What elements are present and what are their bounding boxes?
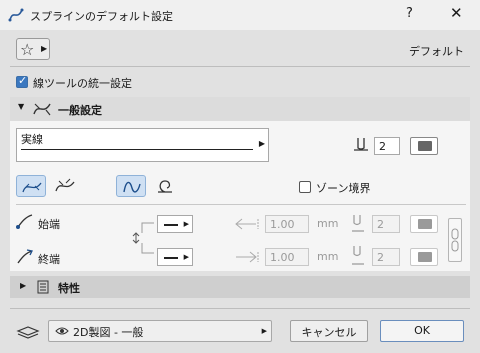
arrow-size-icon <box>236 251 259 263</box>
general-settings-header[interactable]: ▼ 一般設定 <box>10 97 470 121</box>
line-type-preview <box>21 149 253 150</box>
end-size-input[interactable]: 1.00 <box>265 248 309 266</box>
eye-icon <box>55 327 69 335</box>
end-arrow-type-dropdown[interactable]: ▶ <box>157 248 193 266</box>
start-point-icon <box>16 214 33 229</box>
smooth-curve-button[interactable] <box>116 175 146 197</box>
unify-label: 線ツールの統一設定 <box>33 77 132 90</box>
star-icon: ☆ <box>20 40 35 59</box>
end-point-icon <box>17 249 33 264</box>
divider <box>10 66 470 67</box>
start-label: 始端 <box>38 218 60 231</box>
title-bar: スプラインのデフォルト設定 ? ✕ <box>0 0 480 30</box>
spline-mode-button-2[interactable] <box>50 175 80 197</box>
layer-name: 2D製図 - 一般 <box>73 326 144 339</box>
default-label: デフォルト <box>409 45 464 58</box>
pen-icon <box>354 138 368 151</box>
end-pen-input[interactable]: 2 <box>372 248 400 266</box>
window-title: スプラインのデフォルト設定 <box>30 10 173 23</box>
end-size-unit: mm <box>317 250 339 263</box>
line-end-preview <box>164 257 178 259</box>
chevron-right-icon: ▶ <box>258 139 265 148</box>
unify-checkbox[interactable] <box>16 74 28 88</box>
layer-selector[interactable]: 2D製図 - 一般 ▶ <box>48 320 272 342</box>
zone-boundary-checkbox[interactable] <box>299 181 311 193</box>
spline-settings-icon <box>33 103 51 116</box>
properties-header[interactable]: ▶ 特性 <box>10 276 470 298</box>
layers-icon <box>16 326 40 339</box>
chevron-right-icon: ▶ <box>261 327 267 335</box>
chain-link-icon <box>451 228 459 252</box>
pen-color-fill <box>418 219 432 229</box>
start-arrow-type-dropdown[interactable]: ▶ <box>157 215 193 233</box>
pen-color-swatch[interactable] <box>410 137 438 155</box>
cancel-button[interactable]: キャンセル <box>290 320 368 342</box>
zone-boundary-label: ゾーン境界 <box>316 182 371 195</box>
start-size-unit: mm <box>317 217 339 230</box>
chevron-right-icon: ▶ <box>183 220 189 228</box>
help-button[interactable]: ? <box>406 6 413 21</box>
expand-arrow-icon: ▶ <box>20 281 27 290</box>
pen-icon <box>352 215 364 232</box>
start-size-input[interactable]: 1.00 <box>265 215 309 233</box>
chevron-right-icon: ▶ <box>183 253 189 261</box>
link-bracket-icon <box>132 222 154 254</box>
bezier-spline-icon <box>55 178 75 192</box>
end-pen-color-swatch[interactable] <box>410 248 438 266</box>
collapse-arrow-icon: ▼ <box>18 102 25 111</box>
pen-color-fill <box>418 252 432 262</box>
general-settings-title: 一般設定 <box>58 104 102 117</box>
divider <box>16 204 466 205</box>
pen-color-fill <box>418 141 432 151</box>
pen-link-toggle[interactable] <box>448 218 462 262</box>
pen-number-input[interactable]: 2 <box>374 137 400 155</box>
end-label: 終端 <box>38 253 60 266</box>
divider <box>10 308 470 309</box>
line-end-preview <box>164 224 178 226</box>
properties-title: 特性 <box>58 282 80 295</box>
ok-button[interactable]: OK <box>380 320 464 342</box>
document-icon <box>37 280 49 294</box>
arrow-size-icon <box>235 218 259 230</box>
spline-mode-button-1[interactable] <box>16 175 46 197</box>
start-pen-input[interactable]: 2 <box>372 215 400 233</box>
favorites-button[interactable]: ☆ ▶ <box>16 38 50 60</box>
pen-icon <box>352 246 364 265</box>
close-button[interactable]: ✕ <box>450 4 463 22</box>
line-type-name: 実線 <box>21 133 43 146</box>
freehand-spline-icon <box>22 182 42 193</box>
start-pen-color-swatch[interactable] <box>410 215 438 233</box>
line-type-selector[interactable]: 実線 ▶ <box>16 128 269 162</box>
smooth-curve-icon <box>123 181 141 193</box>
spiral-curve-icon <box>158 180 172 193</box>
spline-tool-icon <box>8 8 24 22</box>
chevron-right-icon: ▶ <box>41 44 48 53</box>
spiral-curve-button[interactable] <box>150 175 180 197</box>
